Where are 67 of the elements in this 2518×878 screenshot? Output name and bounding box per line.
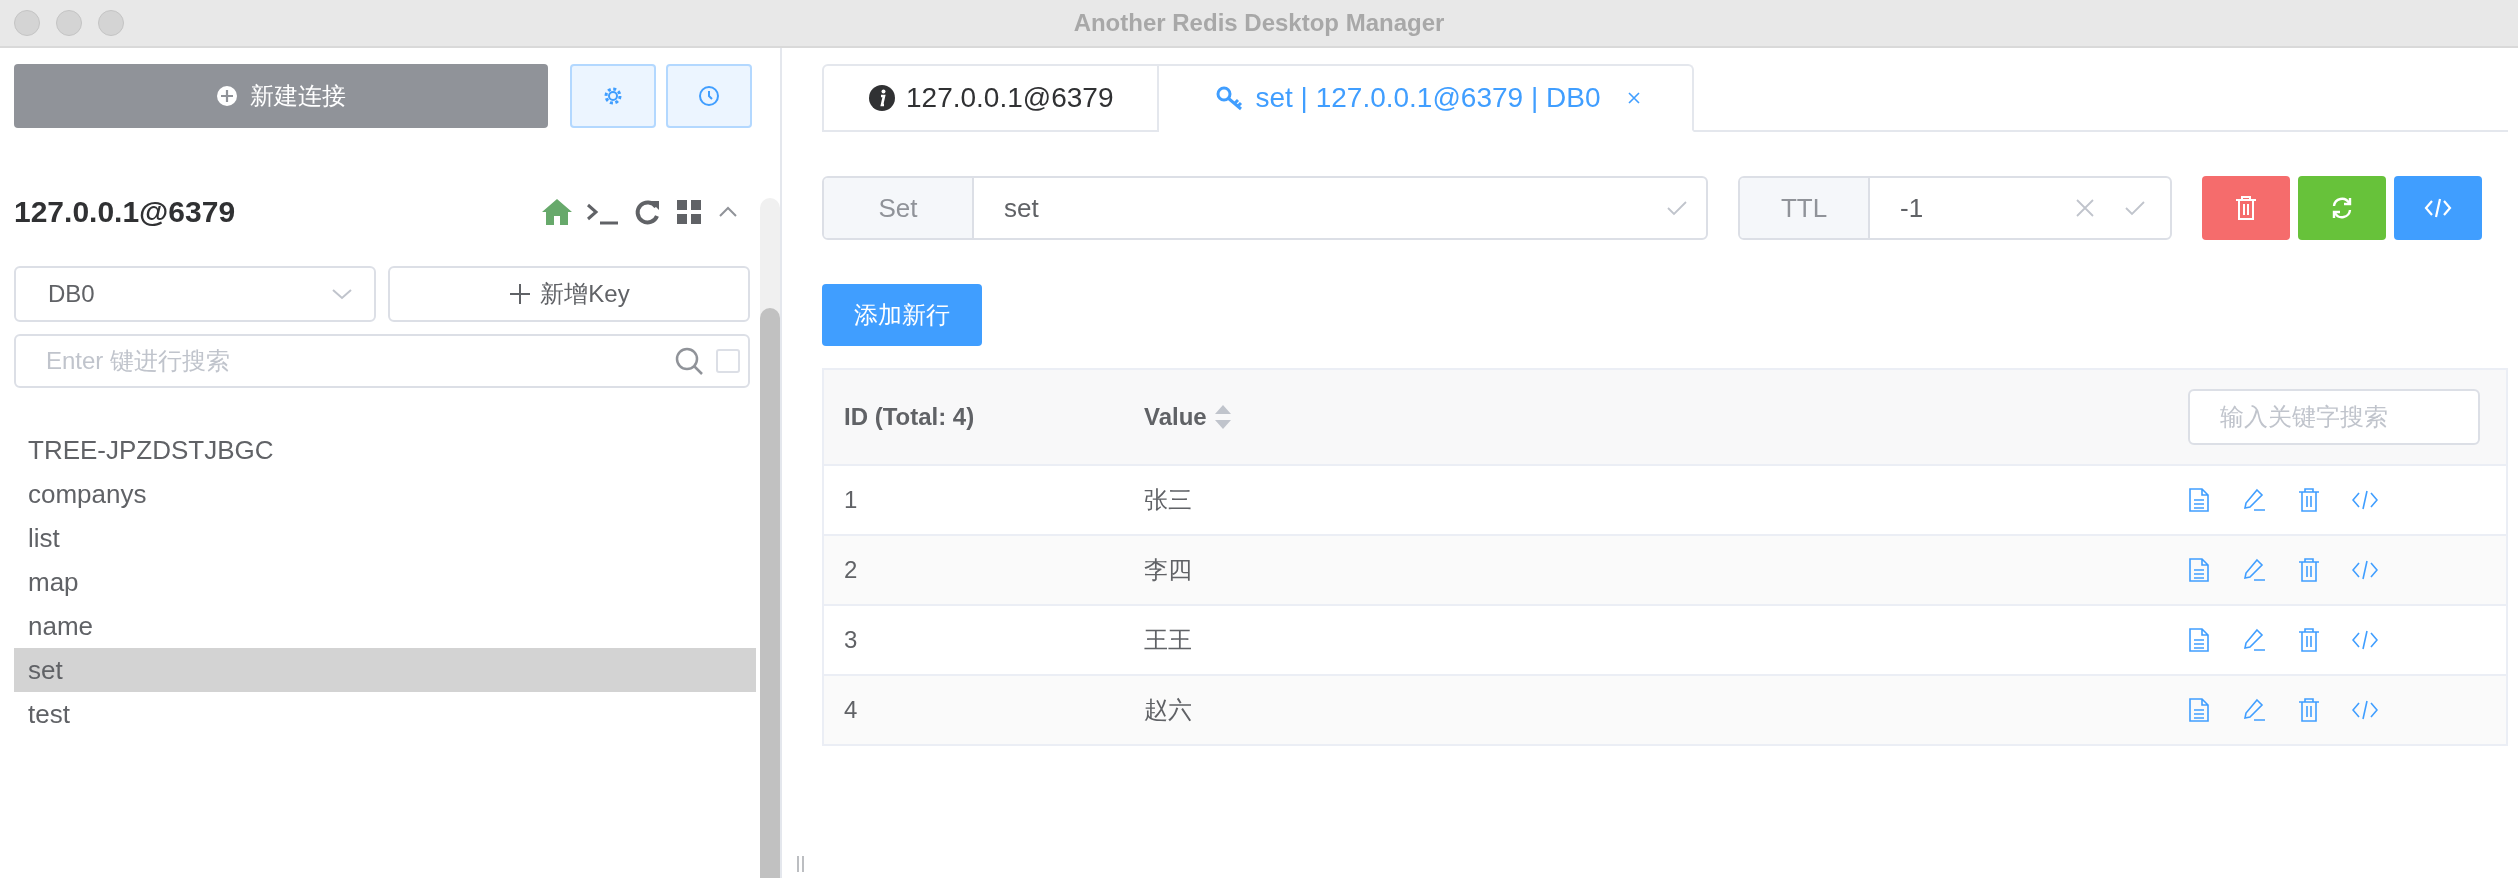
trash-icon: [2234, 195, 2258, 221]
key-item[interactable]: name: [14, 604, 756, 648]
edit-icon[interactable]: [2242, 558, 2266, 582]
key-item[interactable]: set: [14, 648, 756, 692]
code-icon[interactable]: [2352, 489, 2378, 511]
table-cell-text: 1: [843, 486, 859, 514]
code-icon[interactable]: [2352, 699, 2378, 721]
edit-icon[interactable]: [2242, 698, 2266, 722]
key-item[interactable]: test: [14, 692, 756, 736]
document-icon[interactable]: [2188, 628, 2210, 652]
trash-icon[interactable]: [2298, 628, 2320, 652]
db-select[interactable]: DB0: [14, 266, 376, 322]
table-cell-text: 李四: [1144, 555, 1193, 585]
table-cell-text: 3: [843, 626, 859, 654]
resize-handle-icon[interactable]: [796, 856, 806, 872]
close-icon[interactable]: [1626, 90, 1643, 106]
document-icon[interactable]: [2188, 698, 2210, 722]
home-icon[interactable]: [540, 197, 574, 227]
plus-circle-icon: [216, 85, 238, 107]
clock-icon: [697, 84, 721, 108]
table-search-field[interactable]: 输入关键字搜索: [2188, 389, 2480, 445]
table-cell-text: 4: [843, 696, 859, 724]
settings-button[interactable]: [570, 64, 656, 128]
refresh-key-button[interactable]: [2298, 176, 2386, 240]
ttl-label: TTL: [1740, 178, 1870, 238]
tab[interactable]: 127.0.0.1@6379: [822, 64, 1160, 132]
new-connection-button[interactable]: 新建连接: [14, 64, 548, 128]
close-window-button[interactable]: [14, 10, 40, 36]
key-item[interactable]: TREE-JPZDSTJBGC: [14, 428, 756, 472]
key-search-field[interactable]: Enter 键进行搜索: [14, 334, 750, 388]
edit-icon[interactable]: [2242, 628, 2266, 652]
search-icon[interactable]: [674, 346, 704, 376]
delete-key-button[interactable]: [2202, 176, 2290, 240]
key-item[interactable]: map: [14, 560, 756, 604]
clear-icon[interactable]: [2074, 197, 2096, 219]
dump-command-button[interactable]: [2394, 176, 2482, 240]
exact-match-checkbox[interactable]: [716, 349, 740, 373]
trash-icon[interactable]: [2298, 488, 2320, 512]
table-cell-text: 王王: [1144, 625, 1193, 655]
table-cell-text: 张三: [1144, 485, 1193, 515]
scrollbar[interactable]: [760, 198, 780, 878]
code-icon: [2424, 196, 2452, 220]
new-key-button[interactable]: 新增Key: [388, 266, 750, 322]
key-type-label: Set: [824, 178, 974, 238]
history-button[interactable]: [666, 64, 752, 128]
key-item[interactable]: companys: [14, 472, 756, 516]
trash-icon[interactable]: [2298, 698, 2320, 722]
ttl-field[interactable]: TTL -1: [1738, 176, 2172, 240]
column-header[interactable]: Value: [1144, 403, 1207, 431]
minimize-window-button[interactable]: [56, 10, 82, 36]
plus-icon: [508, 282, 533, 306]
table-cell-text: 2: [843, 556, 859, 584]
grid-icon[interactable]: [674, 197, 704, 227]
key-name-field[interactable]: Set set: [822, 176, 1708, 240]
code-icon[interactable]: [2352, 559, 2378, 581]
code-icon[interactable]: [2352, 629, 2378, 651]
document-icon[interactable]: [2188, 558, 2210, 582]
info-icon: [868, 84, 896, 112]
trash-icon[interactable]: [2298, 558, 2320, 582]
zoom-window-button[interactable]: [98, 10, 124, 36]
column-header: ID (Total: 4): [843, 403, 976, 431]
key-item[interactable]: list: [14, 516, 756, 560]
window-title: Another Redis Desktop Manager: [1073, 9, 1445, 37]
document-icon[interactable]: [2188, 488, 2210, 512]
connection-name[interactable]: 127.0.0.1@6379: [14, 195, 236, 229]
edit-icon[interactable]: [2242, 488, 2266, 512]
table-cell-text: 赵六: [1144, 695, 1193, 725]
